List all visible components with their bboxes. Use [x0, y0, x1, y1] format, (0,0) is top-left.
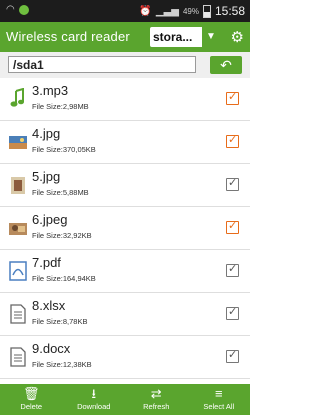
- download-icon: ⭳: [91, 386, 97, 401]
- back-button[interactable]: ↶: [210, 56, 242, 74]
- check-icon: ✓: [228, 134, 238, 146]
- menu-lines-icon: ≡: [214, 386, 223, 401]
- app-header: Wireless card reader stora... ▼ ⚙: [0, 22, 250, 52]
- file-name: 7.pdf: [32, 255, 61, 270]
- back-arrow-icon: ↶: [220, 57, 232, 73]
- file-name: 5.jpg: [32, 169, 61, 184]
- trash-icon: 🗑: [22, 386, 40, 401]
- list-item[interactable]: 5.jpg File Size:5,88MB ✓: [0, 164, 250, 207]
- refresh-icon: ⇄: [150, 386, 162, 401]
- file-name: 4.jpg: [32, 126, 61, 141]
- storage-select-value: stora...: [153, 30, 193, 44]
- file-checkbox[interactable]: ✓: [226, 177, 239, 191]
- file-size: File Size:370,05KB: [32, 145, 96, 154]
- check-icon: ✓: [228, 91, 238, 103]
- select-all-button[interactable]: ≡ Select All: [188, 384, 251, 415]
- list-item[interactable]: 7.pdf File Size:164,94KB ✓: [0, 250, 250, 293]
- refresh-button[interactable]: ⇄ Refresh: [125, 384, 188, 415]
- bottom-toolbar: 🗑 Delete ⭳ Download ⇄ Refresh ≡ Select A…: [0, 384, 250, 415]
- check-icon: ✓: [228, 349, 238, 361]
- battery-percent: 49%: [182, 6, 199, 16]
- storage-select[interactable]: stora... ▼: [150, 27, 220, 47]
- file-name: 6.jpeg: [32, 212, 68, 227]
- alarm-icon: ⏰: [139, 5, 152, 17]
- status-time: 15:58: [214, 4, 245, 18]
- wifi-icon: ◠: [6, 4, 15, 15]
- list-item[interactable]: 9.docx File Size:12,38KB ✓: [0, 336, 250, 379]
- file-checkbox[interactable]: ✓: [226, 263, 239, 277]
- delete-button[interactable]: 🗑 Delete: [0, 384, 63, 415]
- check-icon: ✓: [228, 263, 238, 275]
- check-icon: ✓: [228, 306, 238, 318]
- file-name: 8.xlsx: [32, 298, 66, 313]
- file-name: 9.docx: [32, 341, 71, 356]
- file-size: File Size:2,98MB: [32, 102, 89, 111]
- file-size: File Size:12,38KB: [32, 360, 92, 369]
- music-note-icon: [10, 88, 24, 107]
- delete-label: Delete: [20, 402, 43, 411]
- chevron-down-icon[interactable]: ▼: [202, 27, 220, 47]
- list-item[interactable]: 4.jpg File Size:370,05KB ✓: [0, 121, 250, 164]
- select-all-label: Select All: [203, 402, 235, 411]
- list-item[interactable]: 6.jpeg File Size:32,92KB ✓: [0, 207, 250, 250]
- document-icon: [10, 304, 26, 324]
- file-checkbox[interactable]: ✓: [226, 349, 239, 363]
- path-field[interactable]: /sda1: [8, 56, 196, 73]
- list-item[interactable]: 8.xlsx File Size:8,78KB ✓: [0, 293, 250, 336]
- app-notification-icon: [18, 4, 29, 15]
- file-size: File Size:164,94KB: [32, 274, 96, 283]
- download-button[interactable]: ⭳ Download: [63, 384, 126, 415]
- file-size: File Size:32,92KB: [32, 231, 92, 240]
- file-checkbox[interactable]: ✓: [226, 220, 239, 234]
- file-name: 3.mp3: [32, 83, 69, 98]
- file-size: File Size:5,88MB: [32, 188, 89, 197]
- app-title: Wireless card reader: [6, 29, 130, 44]
- download-label: Download: [77, 402, 111, 411]
- status-bar: ◠ ⏰ ▁▃▅ 49% 15:58: [0, 0, 250, 22]
- document-icon: [10, 347, 26, 367]
- image-icon: [9, 223, 27, 235]
- file-size: File Size:8,78KB: [32, 317, 88, 326]
- signal-icon: ▁▃▅: [155, 5, 179, 17]
- refresh-label: Refresh: [143, 402, 170, 411]
- file-checkbox[interactable]: ✓: [226, 91, 239, 105]
- path-bar: /sda1 ↶: [0, 52, 250, 79]
- check-icon: ✓: [228, 220, 238, 232]
- file-list: 3.mp3 File Size:2,98MB ✓ 4.jpg File Size…: [0, 78, 250, 384]
- image-icon: [11, 177, 25, 194]
- file-checkbox[interactable]: ✓: [226, 134, 239, 148]
- gear-icon[interactable]: ⚙: [231, 28, 244, 46]
- check-icon: ✓: [228, 177, 238, 189]
- battery-icon: [202, 4, 211, 18]
- pdf-icon: [9, 261, 27, 281]
- image-icon: [9, 136, 27, 149]
- list-item[interactable]: 3.mp3 File Size:2,98MB ✓: [0, 78, 250, 121]
- file-checkbox[interactable]: ✓: [226, 306, 239, 320]
